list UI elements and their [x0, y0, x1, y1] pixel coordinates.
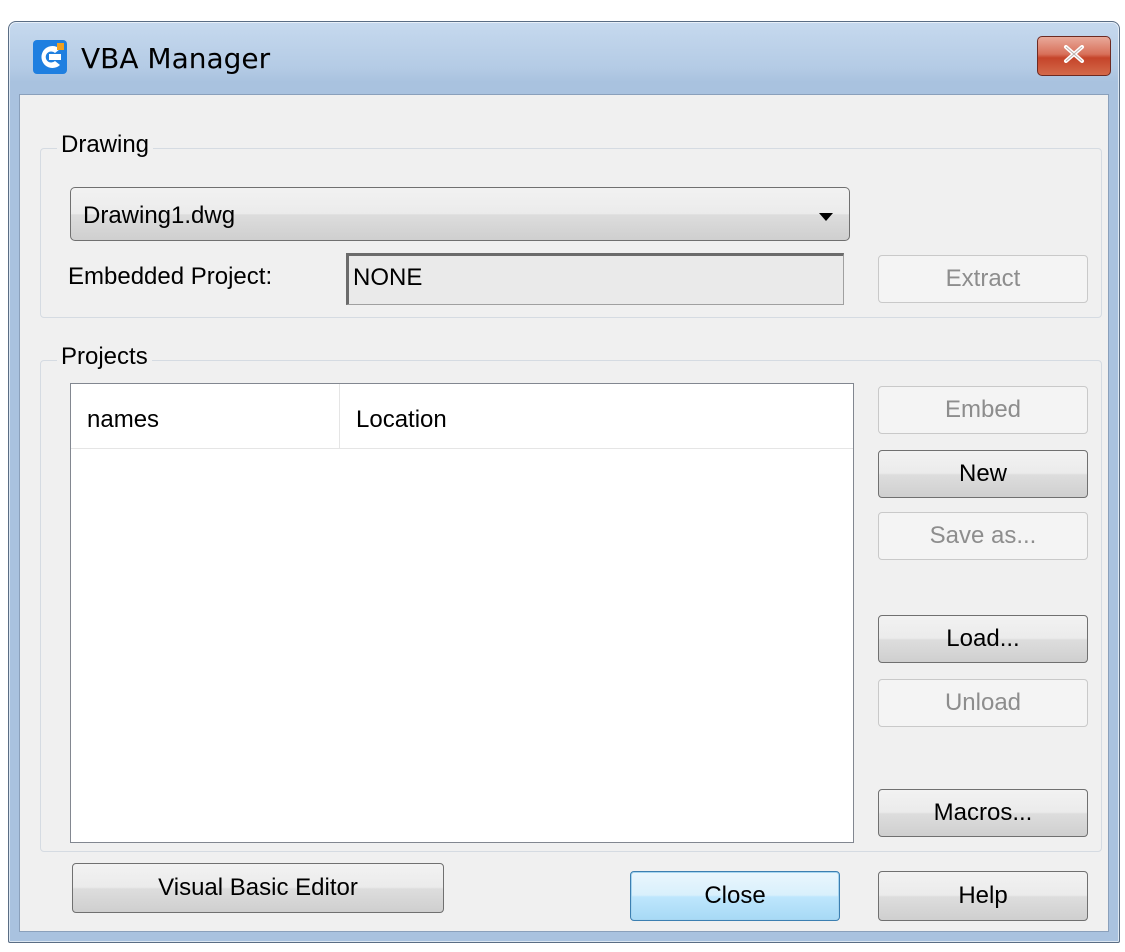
column-header-location-label: Location: [356, 406, 447, 433]
projects-group-label: Projects: [57, 343, 152, 371]
dialog-client-area: Drawing Drawing1.dwg Embedded Project: N…: [19, 94, 1109, 932]
close-button[interactable]: Close: [630, 871, 840, 921]
save-as-button[interactable]: Save as...: [878, 512, 1088, 560]
extract-button[interactable]: Extract: [878, 255, 1088, 303]
embedded-project-label: Embedded Project:: [68, 263, 273, 290]
help-button[interactable]: Help: [878, 871, 1088, 921]
column-header-location[interactable]: Location: [340, 384, 850, 448]
unload-button[interactable]: Unload: [878, 679, 1088, 727]
drawing-select-value: Drawing1.dwg: [83, 202, 236, 229]
column-header-names[interactable]: names: [71, 384, 339, 448]
visual-basic-editor-button[interactable]: Visual Basic Editor: [72, 863, 444, 913]
embedded-project-field: NONE: [346, 253, 844, 305]
new-button[interactable]: New: [878, 450, 1088, 498]
close-icon: [1063, 44, 1085, 68]
column-header-names-label: names: [87, 406, 160, 433]
chevron-down-icon[interactable]: [819, 213, 833, 221]
projects-list[interactable]: names Location: [70, 383, 854, 843]
app-logo-icon: [33, 40, 67, 74]
window-close-button[interactable]: [1037, 36, 1111, 76]
embed-button[interactable]: Embed: [878, 386, 1088, 434]
drawing-group-label: Drawing: [57, 131, 154, 159]
macros-button[interactable]: Macros...: [878, 789, 1088, 837]
vba-manager-window: VBA Manager Drawing Drawing1.dwg Embedde…: [8, 21, 1120, 943]
drawing-select[interactable]: Drawing1.dwg: [70, 187, 850, 241]
embedded-project-value: NONE: [353, 264, 423, 291]
title-bar[interactable]: VBA Manager: [9, 22, 1119, 92]
projects-list-header: names Location: [71, 384, 853, 449]
load-button[interactable]: Load...: [878, 615, 1088, 663]
window-title: VBA Manager: [81, 42, 271, 75]
